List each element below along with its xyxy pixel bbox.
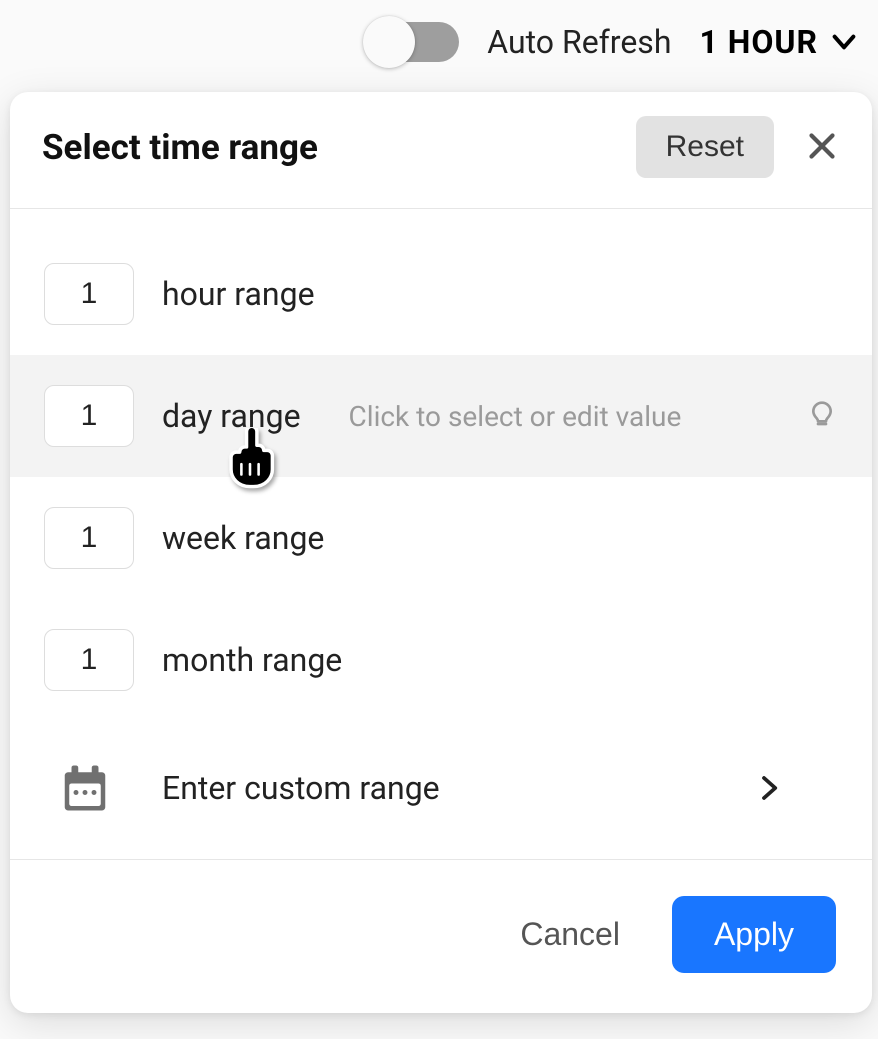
dialog-header: Select time range Reset xyxy=(10,92,872,209)
dialog-footer: Cancel Apply xyxy=(10,859,872,1013)
close-icon xyxy=(804,128,840,167)
month-range-input[interactable] xyxy=(44,629,134,691)
calendar-icon xyxy=(58,761,112,815)
range-row-week[interactable]: week range xyxy=(10,477,872,599)
lightbulb-icon xyxy=(806,400,838,432)
custom-range-row[interactable]: Enter custom range xyxy=(10,721,872,859)
range-row-hour[interactable]: hour range xyxy=(10,233,872,355)
close-button[interactable] xyxy=(802,127,842,167)
top-bar: Auto Refresh 1 HOUR xyxy=(0,0,878,96)
range-row-day[interactable]: day range Click to select or edit value xyxy=(10,355,872,477)
dialog-title: Select time range xyxy=(42,127,318,168)
range-row-month[interactable]: month range xyxy=(10,599,872,721)
auto-refresh-toggle[interactable] xyxy=(369,22,459,62)
week-range-label: week range xyxy=(162,519,324,557)
auto-refresh-label: Auto Refresh xyxy=(487,23,671,61)
month-range-label: month range xyxy=(162,641,342,679)
reset-button[interactable]: Reset xyxy=(636,116,774,178)
apply-button[interactable]: Apply xyxy=(672,896,836,973)
chevron-right-icon xyxy=(754,773,784,803)
custom-range-label: Enter custom range xyxy=(162,769,440,807)
day-range-label: day range xyxy=(162,397,301,435)
week-range-input[interactable] xyxy=(44,507,134,569)
toggle-knob xyxy=(363,16,415,68)
range-list: hour range day range Click to select or … xyxy=(10,209,872,859)
time-range-dialog: Select time range Reset hour range day r… xyxy=(10,92,872,1013)
time-range-selector[interactable]: 1 HOUR xyxy=(699,23,860,61)
cancel-button[interactable]: Cancel xyxy=(508,906,632,963)
hour-range-label: hour range xyxy=(162,275,315,313)
hover-hint: Click to select or edit value xyxy=(349,400,682,433)
day-range-input[interactable] xyxy=(44,385,134,447)
selected-range-text: 1 HOUR xyxy=(699,23,818,61)
header-actions: Reset xyxy=(636,116,842,178)
chevron-down-icon xyxy=(828,26,860,58)
hour-range-input[interactable] xyxy=(44,263,134,325)
